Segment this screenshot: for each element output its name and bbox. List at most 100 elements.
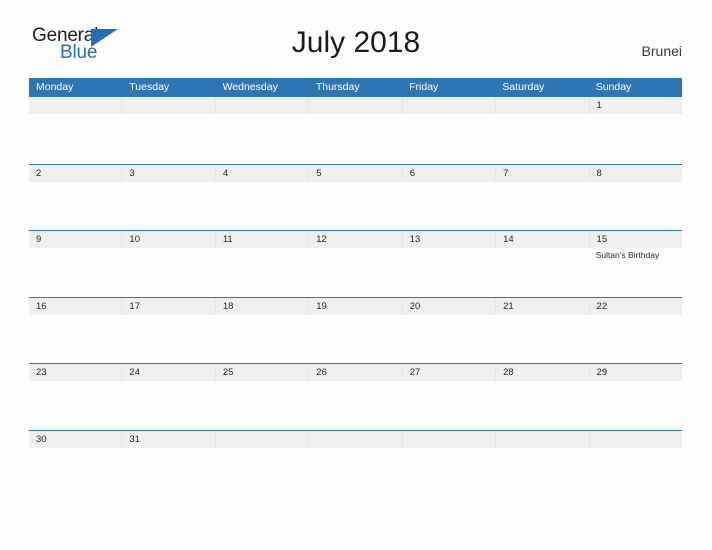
- day-number-empty: [496, 430, 590, 448]
- day-number-band: 2345678: [29, 164, 682, 182]
- day-number[interactable]: 21: [496, 297, 590, 315]
- day-cell-empty: [309, 114, 402, 161]
- triangle-icon: [91, 29, 118, 47]
- day-number-empty: [309, 430, 403, 448]
- day-number[interactable]: 8: [590, 165, 682, 182]
- day-number[interactable]: 13: [403, 231, 497, 248]
- day-cell-empty: [495, 315, 588, 362]
- day-number[interactable]: 16: [29, 297, 123, 315]
- day-number[interactable]: 23: [29, 364, 123, 381]
- day-number[interactable]: 18: [216, 297, 310, 315]
- day-number[interactable]: 24: [122, 364, 216, 381]
- day-number[interactable]: 1: [590, 97, 682, 114]
- day-cell-empty: [402, 114, 495, 161]
- day-event-band: [29, 315, 682, 362]
- day-cell-empty: [495, 182, 588, 229]
- calendar-grid: Monday Tuesday Wednesday Thursday Friday…: [29, 78, 682, 496]
- day-number[interactable]: 12: [309, 231, 403, 248]
- day-number[interactable]: 25: [216, 364, 310, 381]
- day-number-empty: [29, 97, 123, 114]
- day-number[interactable]: 14: [496, 231, 590, 248]
- day-event-band: [29, 182, 682, 229]
- day-cell-empty: [589, 315, 682, 362]
- page-header: General Blue July 2018 Brunei: [0, 0, 712, 62]
- weekday-header-sunday: Sunday: [595, 81, 632, 93]
- day-cell-empty: [495, 114, 588, 161]
- day-cell-empty: [122, 381, 215, 428]
- day-number[interactable]: 2: [29, 164, 123, 182]
- day-cell-empty: [402, 315, 495, 362]
- day-number[interactable]: 26: [309, 364, 403, 381]
- day-number-band: 23 24 25 26 27 28 29: [29, 364, 682, 381]
- weekday-header-thursday: Thursday: [315, 81, 360, 93]
- general-blue-logo[interactable]: General Blue: [32, 26, 152, 72]
- day-cell-empty: [29, 182, 122, 229]
- weekday-header-friday: Friday: [409, 81, 439, 93]
- calendar-week-row: 23 24 25 26 27 28 29: [29, 363, 682, 430]
- day-number[interactable]: 27: [403, 364, 497, 381]
- calendar-week-row: 1: [29, 97, 682, 164]
- calendar-week-row: 30 31: [29, 429, 682, 496]
- day-number-band: 9 10 11 12 13 14 15: [29, 231, 682, 248]
- day-number[interactable]: 7: [496, 164, 590, 182]
- day-number[interactable]: 19: [309, 297, 403, 315]
- day-number[interactable]: 4: [216, 164, 310, 182]
- day-cell-empty: [216, 381, 309, 428]
- day-cell-empty: [309, 182, 402, 229]
- day-number[interactable]: 31: [122, 430, 216, 448]
- day-cell-empty: [216, 448, 309, 495]
- day-number[interactable]: 17: [122, 297, 216, 315]
- day-cell-empty: [29, 248, 122, 295]
- day-event-band: [29, 448, 682, 495]
- day-number-empty: [216, 430, 310, 448]
- day-cell-empty: [402, 248, 495, 295]
- day-event-band: [29, 114, 682, 161]
- calendar-week-row: 9 10 11 12 13 14 15 Sultan's Birthday: [29, 230, 682, 297]
- day-number[interactable]: 15: [590, 231, 682, 248]
- day-cell-empty: [309, 248, 402, 295]
- day-number[interactable]: 5: [309, 164, 403, 182]
- day-number-empty: [309, 97, 403, 114]
- day-cell-empty: [495, 248, 588, 295]
- day-number[interactable]: 22: [590, 298, 682, 315]
- day-cell-empty: [216, 315, 309, 362]
- day-event-label: Sultan's Birthday: [595, 250, 660, 260]
- day-cell-empty: [122, 315, 215, 362]
- day-cell-empty: [29, 114, 122, 161]
- day-cell-empty: [216, 182, 309, 229]
- day-cell-empty: [29, 381, 122, 428]
- day-cell-empty: [402, 182, 495, 229]
- day-number[interactable]: 9: [29, 231, 123, 248]
- weekday-header-monday: Monday: [36, 81, 74, 93]
- day-number[interactable]: 11: [216, 231, 310, 248]
- day-cell-empty: [495, 448, 588, 495]
- day-number[interactable]: 6: [403, 164, 497, 182]
- day-cell-empty: [122, 248, 215, 295]
- day-number-empty: [496, 97, 590, 114]
- day-cell-empty: [29, 448, 122, 495]
- day-cell-empty: [402, 381, 495, 428]
- day-cell-empty: [216, 114, 309, 161]
- day-number-band: 1: [29, 97, 682, 114]
- day-cell-empty: [122, 114, 215, 161]
- calendar-weeks: 1 2 3 4 5 6 7 8 9 10 11 12 13 14 15 Sultan's Birthday 16…: [29, 97, 682, 496]
- day-event-band: [29, 381, 682, 428]
- day-number-empty: [590, 431, 682, 448]
- day-number[interactable]: 3: [122, 164, 216, 182]
- day-number[interactable]: 10: [122, 231, 216, 248]
- day-number[interactable]: 30: [29, 430, 123, 448]
- day-number[interactable]: 28: [496, 364, 590, 381]
- day-cell-empty: [309, 448, 402, 495]
- day-cell-empty: [589, 182, 682, 229]
- day-cell-empty: [402, 448, 495, 495]
- day-number-band: 30 31: [29, 430, 682, 448]
- day-cell-empty: [309, 315, 402, 362]
- day-number[interactable]: 20: [403, 297, 497, 315]
- day-cell-empty: [122, 182, 215, 229]
- day-event-band: Sultan's Birthday: [29, 248, 682, 295]
- day-number-empty: [122, 97, 216, 114]
- day-number[interactable]: 29: [590, 364, 682, 381]
- day-cell-empty: [495, 381, 588, 428]
- day-number-empty: [216, 97, 310, 114]
- day-cell-empty: [216, 248, 309, 295]
